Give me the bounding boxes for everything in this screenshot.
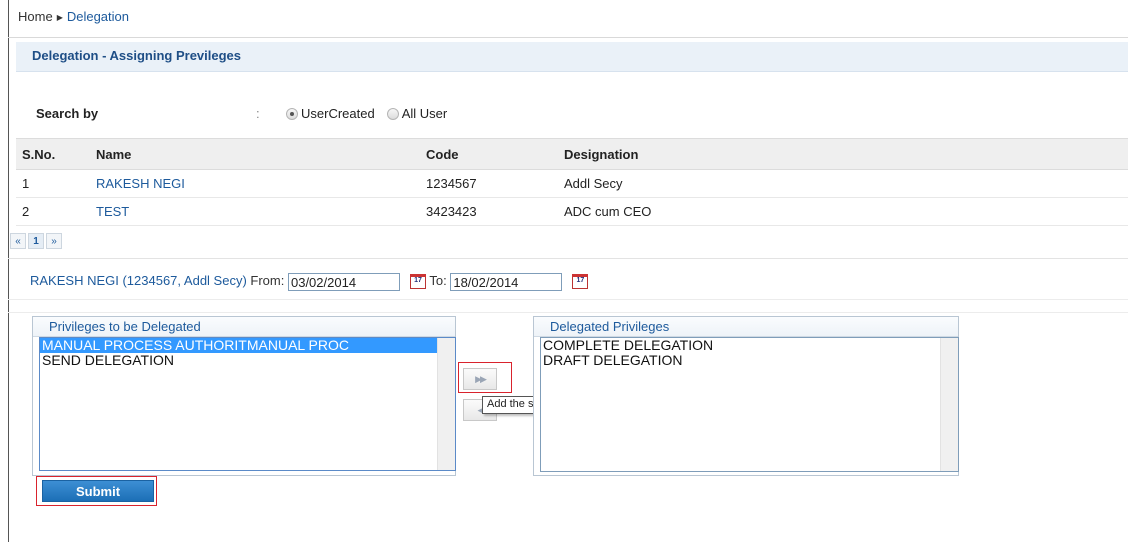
search-by-row: Search by: UserCreated All User (36, 104, 459, 124)
cell-designation: Addl Secy (564, 169, 1128, 198)
users-table: S.No. Name Code Designation 1 RAKESH NEG… (16, 138, 1128, 226)
to-label: To: (429, 273, 447, 288)
col-code: Code (426, 138, 564, 170)
col-name: Name (96, 138, 426, 170)
radio-checked-icon[interactable] (286, 108, 298, 120)
pagination: « 1 » (10, 233, 62, 251)
delegated-privileges-title: Delegated Privileges (534, 317, 958, 337)
table-row: 2 TEST 3423423 ADC cum CEO (16, 197, 1128, 226)
delegated-privileges-listbox[interactable]: COMPLETE DELEGATION DRAFT DELEGATION (540, 337, 959, 472)
radio-usercreated-label[interactable]: UserCreated (301, 106, 375, 121)
breadcrumb-current[interactable]: Delegation (67, 9, 129, 24)
selected-user-label: RAKESH NEGI (1234567, Addl Secy) (30, 273, 247, 288)
breadcrumb-arrow-icon: ▶ (56, 13, 63, 22)
page-1-button[interactable]: 1 (28, 233, 44, 249)
list-item[interactable]: DRAFT DELEGATION (541, 353, 958, 368)
divider (8, 312, 1128, 313)
divider (8, 299, 1128, 300)
from-date-input[interactable]: 03/02/2014 (287, 272, 400, 291)
first-page-button[interactable]: « (10, 233, 26, 249)
radio-usercreated[interactable]: UserCreated (286, 106, 375, 121)
cell-code: 1234567 (426, 169, 564, 198)
privileges-to-delegate-listbox[interactable]: MANUAL PROCESS AUTHORITMANUAL PROC SEND … (39, 337, 456, 471)
divider (8, 37, 1128, 38)
cell-code: 3423423 (426, 197, 564, 226)
table-row: 1 RAKESH NEGI 1234567 Addl Secy (16, 169, 1128, 198)
table-header-row: S.No. Name Code Designation (16, 138, 1128, 170)
user-link[interactable]: RAKESH NEGI (96, 176, 185, 191)
list-item[interactable]: COMPLETE DELEGATION (541, 338, 958, 353)
list-item[interactable]: MANUAL PROCESS AUTHORITMANUAL PROC (40, 338, 455, 353)
divider (8, 258, 1128, 259)
col-designation: Designation (564, 138, 1128, 170)
search-by-label: Search by (36, 106, 99, 121)
submit-button-highlight (36, 476, 157, 506)
add-button-highlight (458, 362, 512, 393)
radio-all-user[interactable]: All User (386, 106, 448, 121)
cell-name: RAKESH NEGI (96, 169, 426, 198)
list-item[interactable]: SEND DELEGATION (40, 353, 455, 368)
calendar-icon[interactable]: 17 (572, 274, 589, 290)
radio-all-user-label[interactable]: All User (402, 106, 448, 121)
breadcrumb-home[interactable]: Home (18, 9, 53, 24)
search-by-colon: : (256, 106, 260, 121)
calendar-icon[interactable]: 17 (409, 274, 426, 290)
listbox-scrollbar[interactable] (940, 338, 958, 471)
delegation-range-row: RAKESH NEGI (1234567, Addl Secy) From: 0… (30, 270, 589, 292)
last-page-button[interactable]: » (46, 233, 62, 249)
cell-name: TEST (96, 197, 426, 226)
cell-sno: 2 (16, 197, 96, 226)
from-label: From: (250, 273, 285, 288)
user-link[interactable]: TEST (96, 204, 129, 219)
breadcrumb: Home ▶ Delegation (18, 8, 129, 26)
cell-sno: 1 (16, 169, 96, 198)
cell-designation: ADC cum CEO (564, 197, 1128, 226)
privileges-to-delegate-title: Privileges to be Delegated (33, 317, 455, 337)
col-sno: S.No. (16, 138, 96, 170)
section-title: Delegation - Assigning Previleges (16, 42, 1128, 72)
to-date-input[interactable]: 18/02/2014 (450, 272, 563, 291)
radio-unchecked-icon[interactable] (386, 108, 399, 120)
listbox-scrollbar[interactable] (437, 338, 455, 470)
